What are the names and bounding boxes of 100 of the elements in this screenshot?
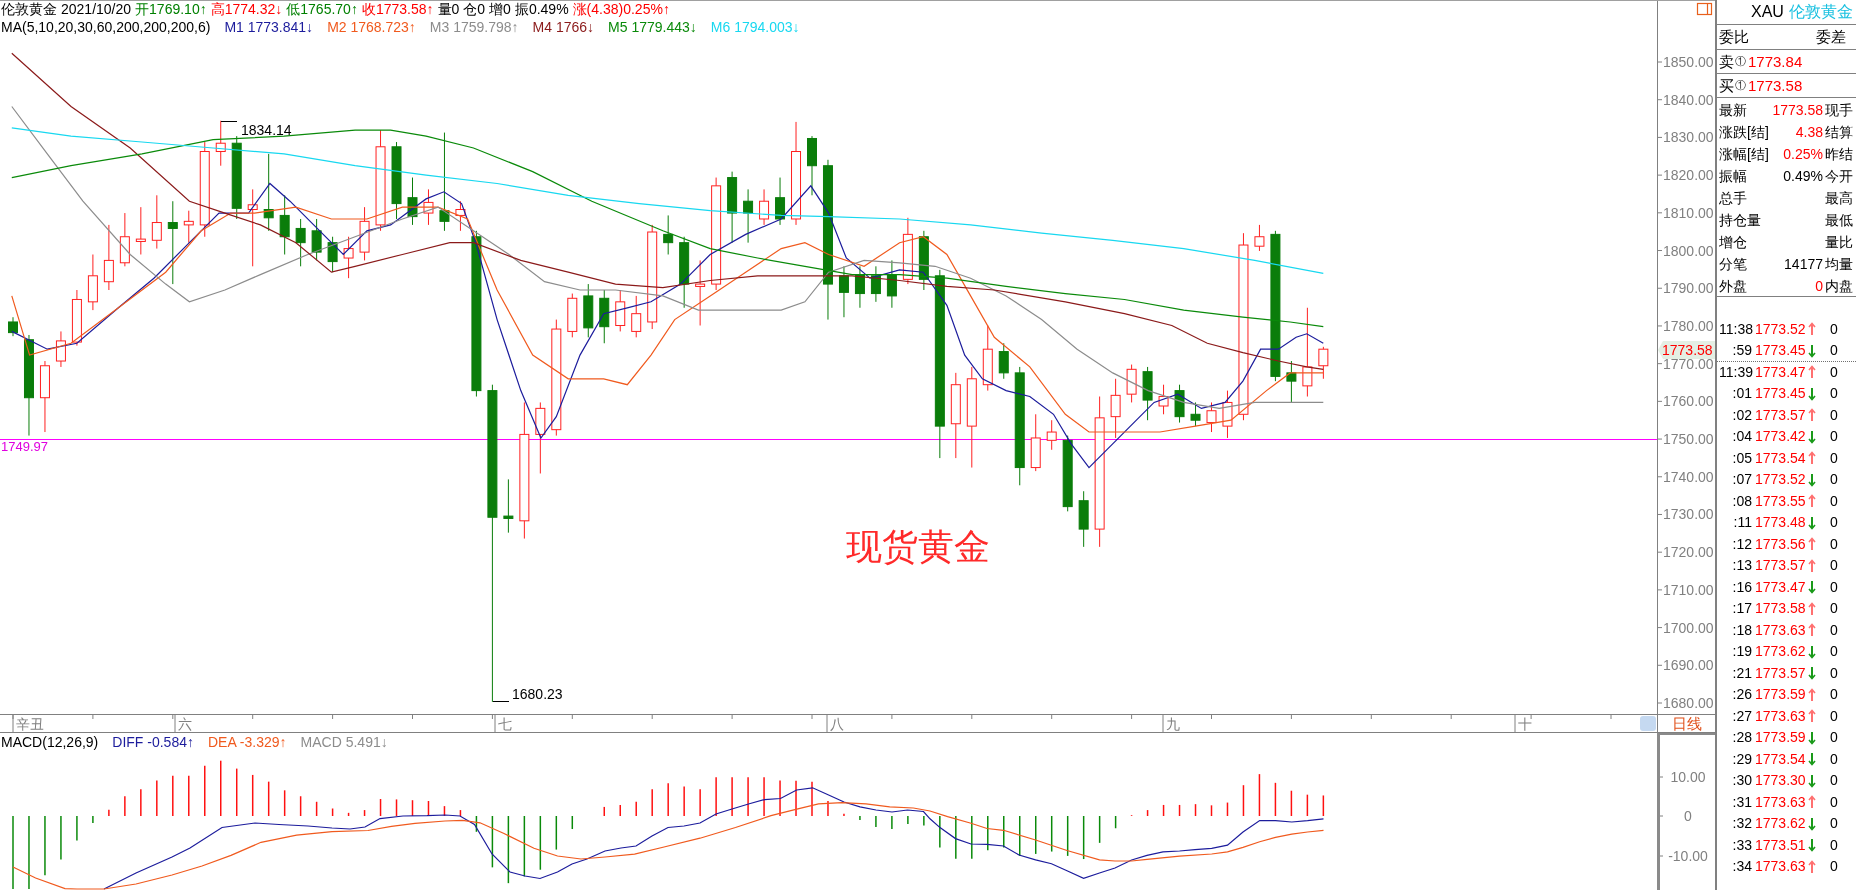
tick-time: :31 [1731, 793, 1753, 811]
tick-price: 1773.62 [1755, 643, 1807, 661]
tick-volume: 0 [1829, 621, 1839, 639]
field-label: 外盘 [1719, 277, 1748, 295]
tick-price: 1773.63 [1755, 707, 1807, 725]
low-price-label: 1680.23 [512, 686, 563, 702]
tick-price: 1773.52 [1755, 320, 1807, 338]
indicator-value: M1 1773.841↓ [224, 18, 314, 36]
field-value: 4.38 [1794, 123, 1823, 141]
tick-volume: 0 [1829, 772, 1839, 790]
tick-price: 1773.56 [1755, 535, 1807, 553]
tick-volume: 0 [1829, 342, 1839, 360]
field-label: 均量 [1825, 255, 1853, 273]
instrument-name: 伦敦黄金 [1788, 2, 1853, 22]
period-label[interactable]: 日线 [1657, 715, 1715, 732]
tick-time: :02 [1731, 406, 1753, 424]
tick-price: 1773.63 [1755, 621, 1807, 639]
high-price-leader [220, 121, 238, 122]
field-label: 现手 [1825, 101, 1853, 119]
field-label: 分笔 [1719, 255, 1748, 273]
tick-volume: 0 [1829, 600, 1839, 618]
indicator-value: M6 1794.003↓ [710, 18, 800, 36]
date-axis-label: 辛丑 [16, 716, 44, 732]
indicator-title: MA(5,10,20,30,60,200,200,200,6) [1, 18, 211, 36]
field-label: 最高 [1825, 189, 1853, 207]
tick-volume: 0 [1829, 471, 1839, 489]
tick-volume: 0 [1829, 363, 1839, 381]
tick-volume: 0 [1829, 514, 1839, 532]
price-axis-label: 1710.00 [1663, 581, 1714, 598]
indicator-value: M4 1766↓ [532, 18, 595, 36]
field-label: 结算 [1825, 123, 1853, 141]
tick-price: 1773.58 [1755, 600, 1807, 618]
tick-time: :12 [1731, 535, 1753, 553]
price-axis-label: 1840.00 [1663, 91, 1714, 108]
tick-volume: 0 [1829, 385, 1839, 403]
tick-price: 1773.63 [1755, 858, 1807, 876]
tick-time: :26 [1731, 686, 1753, 704]
price-axis-label: 1680.00 [1663, 695, 1714, 711]
price-axis-label: 1800.00 [1663, 242, 1714, 259]
tick-time: :18 [1731, 621, 1753, 639]
macd-axis-label: 0 [1684, 808, 1692, 824]
tick-volume: 0 [1829, 492, 1839, 510]
price-axis-label: 1720.00 [1663, 544, 1714, 561]
tick-price: 1773.51 [1755, 836, 1807, 854]
quote-value: 增0 [489, 1, 511, 19]
tick-price: 1773.47 [1755, 578, 1807, 596]
field-value: 0 [1814, 277, 1823, 295]
quote-value: 仓0 [463, 1, 486, 19]
tick-time: :34 [1731, 858, 1753, 876]
tick-volume: 0 [1829, 428, 1839, 446]
tick-time: :13 [1731, 557, 1753, 575]
field-label: 量比 [1825, 233, 1853, 251]
field-label: 振幅 [1719, 167, 1748, 185]
date-axis-label: 七 [498, 716, 512, 732]
field-value: 1773.58 [1772, 101, 1823, 119]
date-label: 2021/10/20 [61, 1, 132, 19]
panel-toggle-icon[interactable] [1696, 2, 1713, 16]
tick-time: :19 [1731, 643, 1753, 661]
scrollbar-thumb[interactable] [1640, 716, 1656, 731]
high-price-label: 1834.14 [241, 122, 292, 138]
tick-volume: 0 [1829, 836, 1839, 854]
tick-volume: 0 [1829, 815, 1839, 833]
price-axis-label: 1780.00 [1663, 317, 1714, 334]
macd-axis-label: -10.00 [1668, 848, 1708, 864]
current-price-tag: 1773.58 [1658, 341, 1715, 359]
tick-volume: 0 [1829, 320, 1839, 338]
tick-volume: 0 [1829, 449, 1839, 467]
tick-time: :01 [1731, 385, 1753, 403]
low-price-leader [492, 701, 510, 702]
indicator-value: DEA -3.329↑ [207, 733, 287, 752]
indicator-value: MACD 5.491↓ [300, 733, 388, 752]
tick-volume: 0 [1829, 578, 1839, 596]
tick-volume: 0 [1829, 793, 1839, 811]
tick-time: :16 [1731, 578, 1753, 596]
indicator-value: DIFF -0.584↑ [112, 733, 194, 752]
date-axis-label: 九 [1166, 716, 1180, 732]
date-axis-label: 十 [1518, 716, 1532, 732]
field-label: 委差 [1816, 28, 1847, 46]
tick-time: :32 [1731, 815, 1753, 833]
tick-price: 1773.52 [1755, 471, 1807, 489]
price-value: 1773.58 [1748, 76, 1803, 95]
tick-price: 1773.63 [1755, 793, 1807, 811]
tick-volume: 0 [1829, 729, 1839, 747]
tick-price: 1773.42 [1755, 428, 1807, 446]
tick-time: :17 [1731, 600, 1753, 618]
price-value: 1773.84 [1748, 52, 1803, 71]
tick-time: :05 [1731, 449, 1753, 467]
tick-price: 1773.45 [1755, 385, 1807, 403]
tick-time: :28 [1731, 729, 1753, 747]
tick-price: 1773.47 [1755, 363, 1807, 381]
price-axis-label: 1850.00 [1663, 54, 1714, 70]
tick-time: :04 [1731, 428, 1753, 446]
price-axis-label: 1700.00 [1663, 619, 1714, 636]
field-value: 0.25% [1782, 145, 1823, 163]
field-label: 持仓量 [1719, 211, 1762, 229]
tick-price: 1773.48 [1755, 514, 1807, 532]
price-axis-label: 1760.00 [1663, 393, 1714, 410]
field-value: 14177 [1783, 255, 1823, 273]
field-label: 最新 [1719, 101, 1748, 119]
field-label: 增仓 [1719, 233, 1748, 251]
